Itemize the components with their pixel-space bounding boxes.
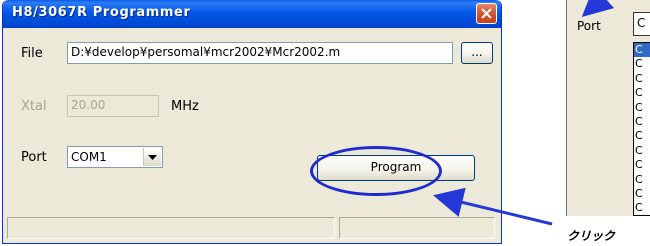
- annotation-arrows: [433, 0, 615, 226]
- arrow-to-program-icon: [433, 187, 553, 226]
- arrow-to-port-icon: [581, 0, 615, 18]
- click-annotation: クリック: [567, 229, 616, 243]
